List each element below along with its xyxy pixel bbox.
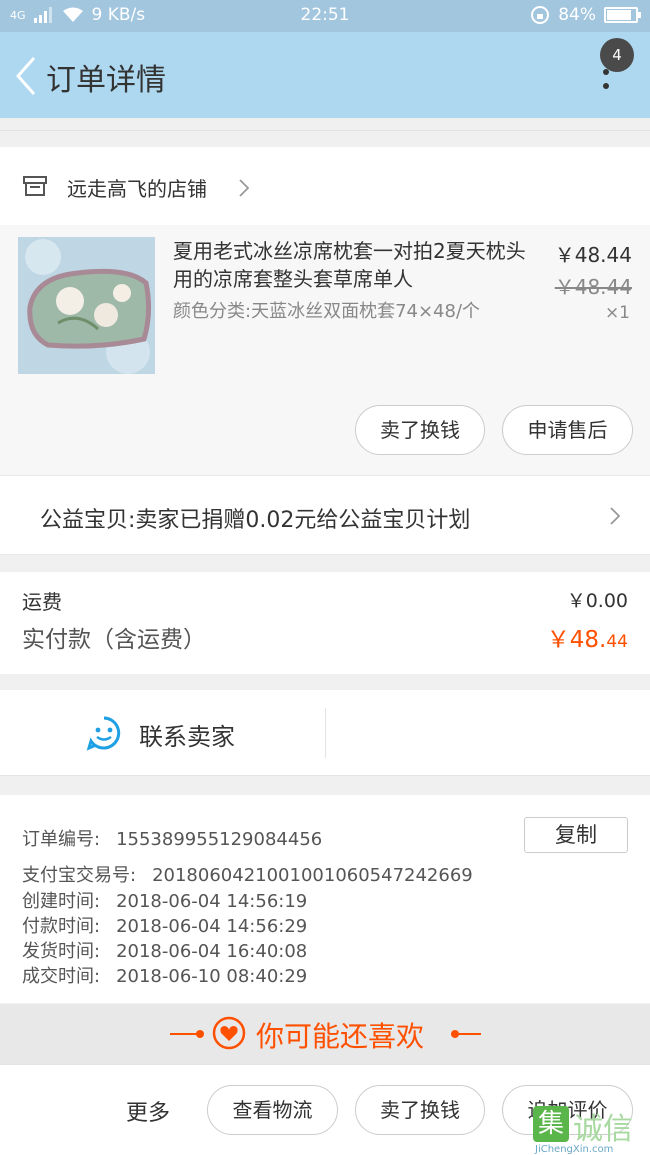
copy-button[interactable]: 复制 [524,817,628,853]
product-quantity: ×1 [604,303,630,323]
shipping-value: ￥0.00 [566,590,628,612]
product-sku: 颜色分类:天蓝冰丝双面枕套74×48/个 [173,301,481,322]
decor-dot [196,1030,204,1038]
paid-value: ￥48.44 [547,620,628,654]
order-number: 155389955129084456 [116,829,323,850]
shop-icon [23,176,47,196]
contact-seller-button[interactable]: 联系卖家 [139,717,235,752]
alipay-trade-number: 2018060421001001060547242669 [152,865,473,886]
order-number-row: 订单编号: 155389955129084456 [22,825,322,851]
heart-icon [212,1016,246,1050]
back-arrow-icon[interactable] [12,54,42,98]
info-label: 订单编号: [22,829,101,850]
after-sales-button[interactable]: 申请售后 [502,405,633,455]
created-time-row: 创建时间: 2018-06-04 14:56:19 [22,887,307,913]
battery-icon [604,7,641,23]
shop-name[interactable]: 远走高飞的店铺 [67,173,207,202]
decor-line [455,1033,481,1035]
created-time: 2018-06-04 14:56:19 [116,891,308,912]
chat-bubble-icon[interactable] [86,715,122,751]
contact-bar: 联系卖家 [0,690,650,776]
watermark-icon: 集 [533,1106,569,1142]
shop-row[interactable]: 远走高飞的店铺 [0,147,650,225]
rotation-lock-icon [531,6,550,24]
paid-label: 实付款（含运费） [22,627,206,653]
resell-button[interactable]: 卖了换钱 [355,405,485,455]
chevron-right-icon [610,507,620,525]
completed-time-row: 成交时间: 2018-06-10 08:40:29 [22,962,307,988]
shipped-time: 2018-06-04 16:40:08 [116,941,308,962]
info-label: 创建时间: [22,891,101,912]
watermark-sub: JiChengXin.com [535,1144,614,1155]
paid-time: 2018-06-04 14:56:29 [116,916,308,937]
product-original-price: ￥48.44 [554,275,632,299]
shipped-time-row: 发货时间: 2018-06-04 16:40:08 [22,937,307,963]
recommend-header: 你可能还喜欢 [0,1004,650,1064]
watermark-logo: 集 诚信 JiChengXin.com [533,1104,650,1155]
battery-percent: 84% [558,5,596,25]
more-menu-icon[interactable] [603,69,609,91]
watermark-text: 诚信 [573,1112,633,1147]
more-button[interactable]: 更多 [126,1095,170,1127]
alipay-trade-row: 支付宝交易号: 2018060421001001060547242669 [22,861,473,887]
order-item[interactable]: 夏用老式冰丝凉席枕套一对拍2夏天枕头用的凉席套整头套草席单人 颜色分类:天蓝冰丝… [0,225,650,475]
payment-summary: 运费 ￥0.00 实付款（含运费） ￥48.44 [0,572,650,674]
completed-time: 2018-06-10 08:40:29 [116,966,308,987]
charity-text: 公益宝贝:卖家已捐赠0.02元给公益宝贝计划 [40,508,471,533]
section-divider [0,130,650,146]
charity-row[interactable]: 公益宝贝:卖家已捐赠0.02元给公益宝贝计划 [0,475,650,555]
view-logistics-button[interactable]: 查看物流 [207,1085,338,1135]
info-label: 成交时间: [22,966,101,987]
divider [325,708,326,758]
resell-button[interactable]: 卖了换钱 [355,1085,485,1135]
info-label: 发货时间: [22,941,101,962]
app-bar: 订单详情 [0,32,650,118]
notification-badge: 4 [600,38,634,72]
status-bar: 4G 9 KB/s 22:51 84% [0,0,650,32]
paid-value-cents: 44 [606,632,628,652]
paid-value-main: ￥48. [546,627,607,653]
info-label: 支付宝交易号: [22,865,137,886]
page-title: 订单详情 [46,63,166,98]
paid-time-row: 付款时间: 2018-06-04 14:56:29 [22,912,307,938]
recommend-title: 你可能还喜欢 [256,1020,425,1053]
product-price: ￥48.44 [554,243,632,267]
order-info: 订单编号: 155389955129084456 复制 支付宝交易号: 201806… [0,795,650,1003]
status-right: 84% [530,5,641,25]
chevron-right-icon [239,179,249,197]
product-title[interactable]: 夏用老式冰丝凉席枕套一对拍2夏天枕头用的凉席套整头套草席单人 [173,237,538,293]
info-label: 付款时间: [22,916,101,937]
shipping-label: 运费 [22,590,62,614]
product-thumbnail[interactable] [18,237,155,374]
